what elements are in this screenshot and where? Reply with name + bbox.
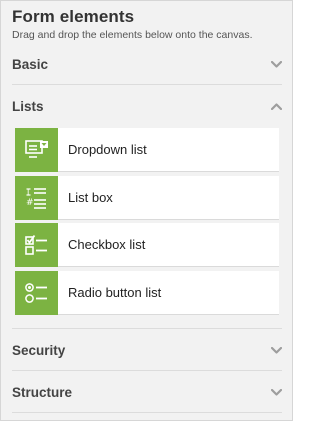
list-item-label: Checkbox list [68,237,146,252]
section-lists-header[interactable]: Lists [12,91,282,121]
section-lists-label: Lists [12,98,44,114]
chevron-up-icon [270,100,282,112]
section-structure: Structure [12,377,282,413]
list-item-radio-button-list[interactable]: Radio button list [15,270,279,315]
list-item-label: Radio button list [68,285,162,300]
section-structure-label: Structure [12,384,73,400]
section-basic-label: Basic [12,56,49,72]
chevron-down-icon [270,344,282,356]
checkbox-list-icon [15,222,58,267]
list-item-list-box[interactable]: I # List box [15,175,279,220]
list-item-label: Dropdown list [68,142,147,157]
panel-header: Form elements Drag and drop the elements… [1,1,292,42]
panel-subtitle: Drag and drop the elements below onto th… [12,29,253,41]
section-basic-header[interactable]: Basic [12,49,282,79]
list-box-icon: I # [15,175,58,220]
list-item-checkbox-list[interactable]: Checkbox list [15,222,279,267]
list-item-dropdown-list[interactable]: Dropdown list [15,127,279,172]
radio-button-list-icon [15,270,58,315]
section-basic: Basic [12,49,282,85]
section-security-header[interactable]: Security [12,335,282,365]
chevron-down-icon [270,386,282,398]
form-elements-panel: Form elements Drag and drop the elements… [0,0,293,421]
panel-title: Form elements [12,7,135,26]
dropdown-list-icon [15,127,58,172]
section-security-label: Security [12,342,66,358]
list-item-label: List box [68,190,113,205]
chevron-down-icon [270,58,282,70]
svg-text:#: # [26,198,34,208]
section-structure-header[interactable]: Structure [12,377,282,407]
section-security: Security [12,335,282,371]
